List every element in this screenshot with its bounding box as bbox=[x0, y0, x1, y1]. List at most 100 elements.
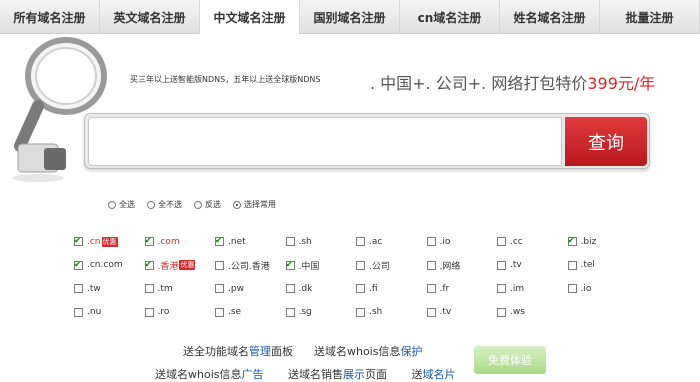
domain-search-input[interactable] bbox=[88, 117, 562, 166]
tld-checkbox[interactable] bbox=[356, 307, 365, 317]
tld-checkbox[interactable] bbox=[426, 284, 436, 294]
tld-checkbox[interactable] bbox=[74, 284, 83, 294]
tab-0[interactable]: 所有域名注册 bbox=[0, 0, 100, 34]
tld-option[interactable]: .se bbox=[215, 301, 286, 325]
tld-checkbox[interactable] bbox=[567, 284, 577, 294]
tld-option[interactable]: .sg bbox=[285, 301, 357, 325]
radio-button[interactable] bbox=[108, 200, 116, 209]
tld-checkbox[interactable] bbox=[74, 307, 83, 317]
tld-option[interactable]: .ws bbox=[497, 301, 568, 325]
tld-checkbox[interactable] bbox=[215, 235, 224, 247]
tld-option[interactable]: .tw bbox=[74, 277, 145, 301]
tld-option[interactable]: .biz bbox=[567, 230, 639, 254]
tld-option[interactable]: .sh bbox=[285, 230, 357, 254]
tld-checkbox-grid: .cn优惠.com.net.sh.ac.io.cc.biz.cn.com.香港优… bbox=[74, 230, 634, 324]
tld-label: .tm bbox=[157, 283, 173, 294]
tld-checkbox[interactable] bbox=[497, 284, 506, 294]
tld-option[interactable]: .im bbox=[497, 277, 568, 301]
tld-checkbox[interactable] bbox=[356, 237, 365, 247]
tld-checkbox[interactable] bbox=[567, 235, 577, 247]
promo-headline: . 中国+. 公司+. 网络打包特价399元/年 bbox=[370, 70, 655, 94]
tld-option[interactable]: .香港优惠 bbox=[144, 254, 216, 278]
tld-checkbox[interactable] bbox=[144, 235, 154, 247]
ad-link[interactable]: 广告 bbox=[242, 368, 264, 381]
tld-label: .tv bbox=[510, 260, 522, 271]
tab-1[interactable]: 英文域名注册 bbox=[100, 0, 200, 34]
radio-option[interactable]: 反选 bbox=[194, 199, 221, 210]
tld-checkbox[interactable] bbox=[567, 260, 577, 270]
tab-4[interactable]: cn域名注册 bbox=[400, 0, 500, 34]
tld-checkbox[interactable] bbox=[215, 284, 224, 294]
discount-badge: 优惠 bbox=[101, 236, 118, 247]
tld-option[interactable]: .cc bbox=[497, 230, 568, 254]
tld-checkbox[interactable] bbox=[497, 307, 506, 317]
tab-3[interactable]: 国别域名注册 bbox=[300, 0, 400, 34]
tld-option[interactable]: .io bbox=[426, 230, 498, 254]
tld-checkbox[interactable] bbox=[144, 307, 154, 317]
radio-option[interactable]: 选择常用 bbox=[233, 199, 276, 210]
tld-option[interactable]: .ro bbox=[144, 301, 216, 325]
radio-button[interactable] bbox=[147, 200, 155, 209]
tld-checkbox[interactable] bbox=[144, 284, 154, 294]
query-button[interactable]: 查询 bbox=[565, 117, 647, 166]
tld-checkbox[interactable] bbox=[356, 260, 365, 270]
tld-checkbox[interactable] bbox=[497, 237, 506, 247]
radio-label: 全不选 bbox=[158, 200, 182, 209]
tab-5[interactable]: 姓名域名注册 bbox=[500, 0, 600, 34]
radio-label: 选择常用 bbox=[244, 200, 276, 209]
tab-6[interactable]: 批量注册 bbox=[600, 0, 700, 34]
tld-checkbox[interactable] bbox=[285, 307, 295, 317]
tld-option[interactable]: .fi bbox=[356, 277, 427, 301]
tld-checkbox[interactable] bbox=[426, 307, 436, 317]
tld-option[interactable]: .dk bbox=[285, 277, 357, 301]
radio-option[interactable]: 全不选 bbox=[147, 199, 182, 210]
tld-option[interactable]: .com bbox=[144, 230, 216, 254]
tld-checkbox[interactable] bbox=[74, 235, 83, 247]
tld-option[interactable]: .fr bbox=[426, 277, 498, 301]
tld-option[interactable]: .公司 bbox=[356, 254, 427, 278]
tld-option[interactable]: .tel bbox=[567, 254, 639, 278]
radio-option[interactable]: 全选 bbox=[108, 199, 135, 210]
tld-option[interactable]: .中国 bbox=[285, 254, 357, 278]
display-link[interactable]: 展示 bbox=[343, 368, 365, 381]
manage-link[interactable]: 管理 bbox=[249, 345, 271, 358]
tld-option[interactable]: .tv bbox=[497, 254, 568, 278]
tld-label: .com bbox=[157, 236, 180, 247]
tld-checkbox[interactable] bbox=[74, 259, 83, 271]
tab-2[interactable]: 中文域名注册 bbox=[200, 0, 300, 35]
tld-option[interactable]: .ac bbox=[356, 230, 427, 254]
tld-option[interactable]: .网络 bbox=[426, 254, 498, 278]
tld-option[interactable]: .io bbox=[567, 277, 639, 301]
tld-option[interactable]: .tm bbox=[144, 277, 216, 301]
tld-option[interactable]: .sh bbox=[356, 301, 427, 325]
tld-checkbox[interactable] bbox=[497, 260, 506, 270]
discount-badge: 优惠 bbox=[179, 260, 196, 271]
tld-checkbox[interactable] bbox=[215, 307, 224, 317]
tld-checkbox[interactable] bbox=[215, 260, 224, 270]
tld-option[interactable]: .nu bbox=[74, 301, 145, 325]
radio-button[interactable] bbox=[194, 200, 202, 209]
tld-option[interactable]: .cn.com bbox=[74, 254, 145, 278]
free-trial-button[interactable]: 免费体验 bbox=[474, 346, 546, 374]
radio-button[interactable] bbox=[233, 200, 241, 209]
tld-checkbox[interactable] bbox=[285, 237, 295, 247]
protect-link[interactable]: 保护 bbox=[400, 345, 422, 358]
radio-label: 反选 bbox=[205, 200, 221, 209]
tld-label: .dk bbox=[298, 283, 313, 294]
tld-checkbox[interactable] bbox=[426, 260, 436, 270]
tld-label: .io bbox=[580, 283, 592, 294]
tld-checkbox[interactable] bbox=[144, 259, 154, 271]
tld-label: .sh bbox=[298, 236, 312, 247]
tld-option[interactable]: .cn优惠 bbox=[74, 230, 145, 254]
tld-checkbox[interactable] bbox=[285, 259, 295, 271]
tld-option[interactable]: .tv bbox=[426, 301, 498, 325]
tld-checkbox[interactable] bbox=[426, 237, 436, 247]
tld-option[interactable]: .net bbox=[215, 230, 286, 254]
tab-bar: 所有域名注册 英文域名注册 中文域名注册 国别域名注册 cn域名注册 姓名域名注册 批量注册 bbox=[0, 0, 700, 35]
tld-checkbox[interactable] bbox=[285, 284, 295, 294]
radio-label: 全选 bbox=[119, 200, 135, 209]
domain-card-link[interactable]: 域名片 bbox=[422, 368, 455, 381]
tld-option[interactable]: .pw bbox=[215, 277, 286, 301]
tld-checkbox[interactable] bbox=[356, 284, 365, 294]
tld-option[interactable]: .公司.香港 bbox=[215, 254, 286, 278]
